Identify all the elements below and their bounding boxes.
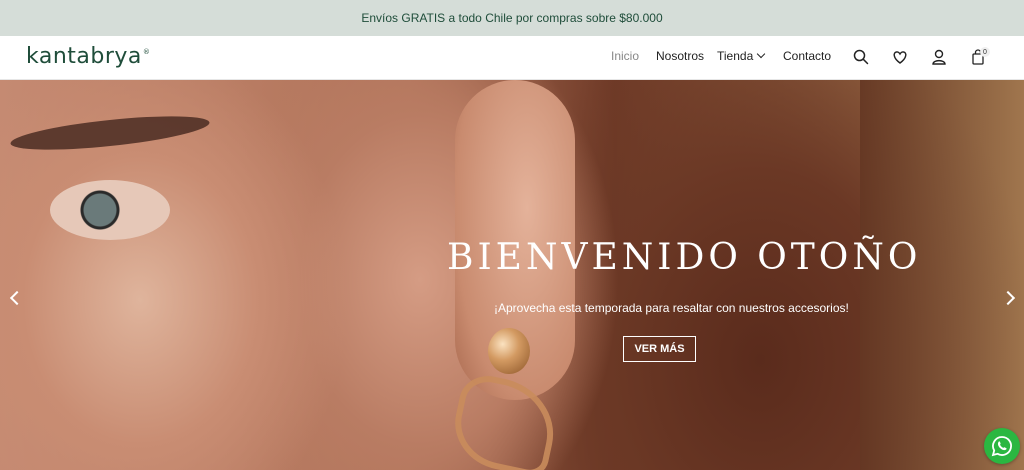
site-header: kantabrya® Inicio Nosotros Tienda Contac… [0,36,1024,80]
logo-registered-mark: ® [142,48,151,56]
nav-item-tienda[interactable]: Tienda [717,49,766,63]
hero-image-eye [50,180,170,240]
announcement-bar: Envíos GRATIS a todo Chile por compras s… [0,0,1024,36]
search-icon[interactable] [852,48,870,66]
ver-mas-button[interactable]: VER MÁS [623,336,696,362]
nav-item-nosotros[interactable]: Nosotros [656,49,704,63]
hero-slider: BIENVENIDO OTOÑO ¡Aprovecha esta tempora… [0,80,1024,470]
nav-item-contacto[interactable]: Contacto [783,49,831,63]
cart-count-badge: 0 [980,47,990,57]
nav-item-inicio[interactable]: Inicio [611,49,639,63]
hero-title: BIENVENIDO OTOÑO [447,237,922,278]
logo[interactable]: kantabrya® [26,44,150,69]
hero-subtitle: ¡Aprovecha esta temporada para resaltar … [494,301,849,315]
logo-text: kantabrya [26,44,142,69]
heart-icon[interactable] [891,48,909,66]
announcement-text: Envíos GRATIS a todo Chile por compras s… [361,11,663,25]
whatsapp-button[interactable] [984,428,1020,464]
hero-image-brow [9,109,211,157]
nav-item-tienda-label: Tienda [717,49,754,63]
hero-image-earring-bead [488,328,530,374]
chevron-down-icon [757,49,766,59]
user-icon[interactable] [930,48,948,66]
whatsapp-icon [991,436,1012,457]
chevron-left-icon[interactable] [9,290,25,306]
